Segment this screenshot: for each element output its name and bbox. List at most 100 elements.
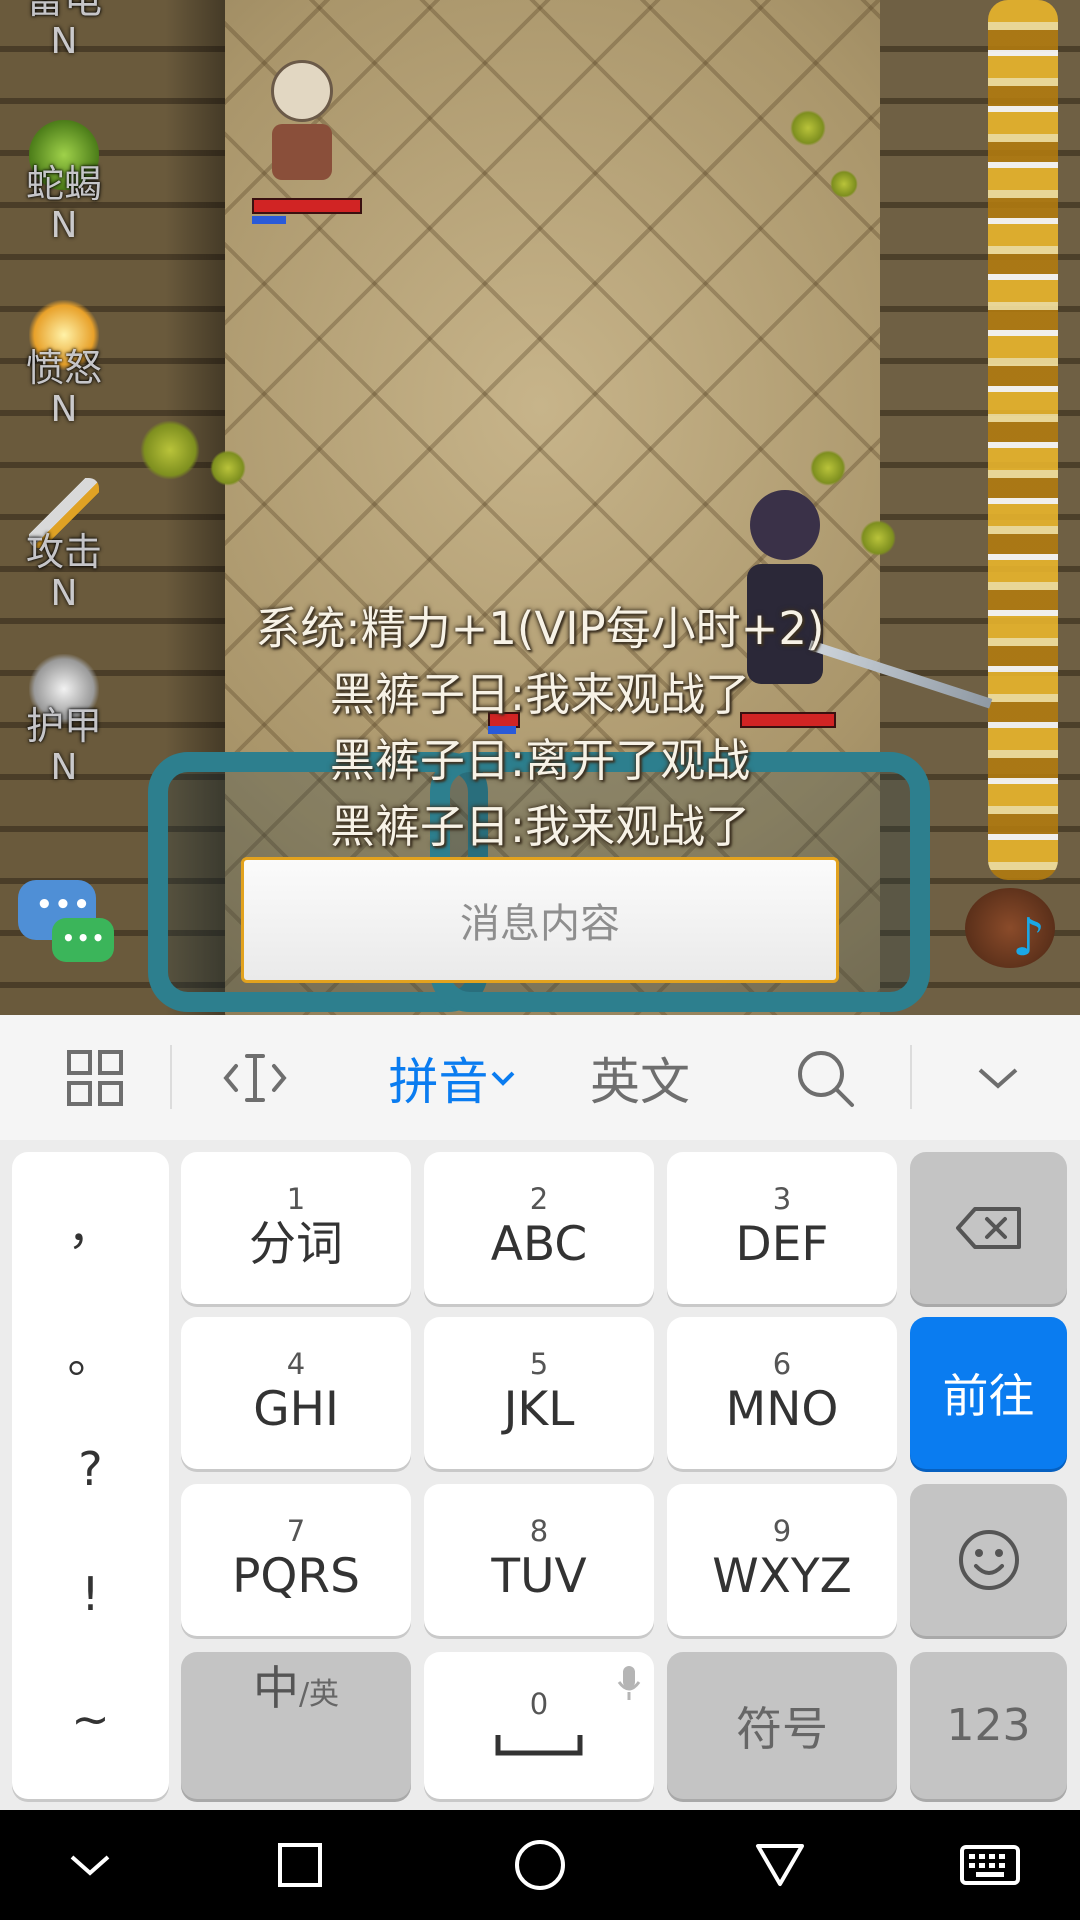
skill-rage[interactable]: 愤怒 N [14,300,114,430]
toolbar-divider [170,1045,172,1109]
key-number: 3 [772,1182,792,1216]
key-letters: PQRS [232,1549,360,1604]
key-letters: JKL [503,1382,575,1437]
keyboard-switch-button[interactable] [930,1810,1050,1920]
symbols-label: 符号 [736,1701,828,1756]
key-number: 0 [529,1686,549,1721]
key-number: 7 [286,1514,306,1548]
skill-status: N [50,21,78,62]
punct-comma[interactable]: ， [12,1192,169,1258]
back-triangle-icon [756,1844,804,1886]
key-number: 6 [772,1347,792,1381]
key-number: 4 [286,1347,306,1381]
numbers-label: 123 [946,1700,1031,1751]
moss-decoration [790,110,826,146]
keyboard-toolbar: 拼音 英文 [0,1015,1080,1140]
chat-message: 黑裤子日:离开了观战 [329,734,751,787]
chat-log: 系统:精力+1(VIP每小时+2) 黑裤子日:我来观战了 黑裤子日:离开了观战 … [0,596,1080,860]
skill-attack[interactable]: 攻击 N [14,478,114,614]
enemy-mana-bar [252,216,286,224]
lang-sub: /英 [298,1677,340,1712]
key-2[interactable]: 2 ABC [424,1152,654,1304]
punctuation-column[interactable]: ， 。 ? ! ~ [12,1152,169,1799]
moss-decoration [140,420,200,480]
lang-main: 中 [252,1661,299,1715]
recents-square-icon [278,1843,322,1887]
recents-button[interactable] [240,1810,360,1920]
chevron-down-icon [491,1071,514,1086]
skill-label: 雷电 [25,0,102,22]
skill-scorpion[interactable]: 蛇蝎 N [14,120,114,246]
tab-english[interactable]: 英文 [570,1015,710,1140]
key-7[interactable]: 7 PQRS [181,1484,411,1636]
english-label: 英文 [590,1052,690,1111]
skeleton-enemy[interactable] [262,60,342,180]
key-letters: TUV [491,1549,587,1604]
backspace-icon [955,1207,1021,1249]
chat-message: 黑裤子日:我来观战了 [329,800,751,853]
hide-keyboard-button[interactable] [30,1810,150,1920]
system-navigation-bar [0,1810,1080,1920]
punct-question[interactable]: ? [12,1442,169,1496]
game-scene[interactable]: 雷电 N 蛇蝎 N 愤怒 N 攻击 N 护甲 N ••• ••• ♪ 系统:精力… [0,0,1080,1015]
backspace-key[interactable] [910,1152,1067,1304]
emoji-key[interactable] [910,1484,1067,1636]
grid-icon[interactable] [40,1015,150,1140]
lang-switch-key[interactable]: 中 /英 [181,1652,411,1799]
chat-message: 系统:精力+1(VIP每小时+2) [255,602,825,655]
message-input-placeholder: 消息内容 [460,901,620,947]
cursor-move-icon[interactable] [200,1015,310,1140]
hide-keyboard-chevron-icon [70,1855,110,1876]
pinyin-label: 拼音 [388,1052,489,1111]
key-6[interactable]: 6 MNO [667,1317,897,1469]
skill-status: N [50,389,78,430]
go-button[interactable]: 前往 [910,1317,1067,1469]
punct-tilde[interactable]: ~ [12,1692,169,1746]
key-5[interactable]: 5 JKL [424,1317,654,1469]
skill-thunder[interactable]: 雷电 N [14,0,114,62]
chat-message: 黑裤子日:我来观战了 [329,668,751,721]
moss-decoration [830,170,858,198]
key-1[interactable]: 1 分词 [181,1152,411,1304]
key-8[interactable]: 8 TUV [424,1484,654,1636]
key-number: 8 [529,1514,549,1548]
home-button[interactable] [480,1810,600,1920]
key-number: 5 [529,1347,549,1381]
skill-status: N [50,205,78,246]
emoji-icon [958,1530,1019,1590]
symbols-key[interactable]: 符号 [667,1652,897,1799]
key-number: 2 [529,1182,549,1216]
moss-decoration [210,450,246,486]
skill-label: 攻击 [25,530,102,574]
key-letters: MNO [725,1382,839,1437]
key-letters: DEF [735,1217,829,1272]
microphone-icon [617,1666,641,1700]
skill-label: 愤怒 [25,346,102,390]
punct-exclamation[interactable]: ! [12,1567,169,1621]
toolbar-divider [910,1045,912,1109]
key-4[interactable]: 4 GHI [181,1317,411,1469]
ime-keyboard: 拼音 英文 ， 。 ? ! ~ 1 分词 2 ABC 3 DEF 4 GHI 5… [0,1015,1080,1810]
key-number: 1 [286,1182,306,1216]
music-note-icon: ♪ [1012,908,1046,968]
space-bar-icon [495,1734,583,1755]
go-label: 前往 [942,1369,1035,1423]
search-icon[interactable] [770,1015,880,1140]
message-input[interactable]: 消息内容 [241,857,839,983]
moss-decoration [860,520,896,556]
back-button[interactable] [720,1810,840,1920]
key-letters: WXYZ [712,1549,852,1604]
key-letters: GHI [253,1382,339,1437]
enemy-health-bar [252,198,362,214]
punct-period[interactable]: 。 [12,1320,169,1386]
key-3[interactable]: 3 DEF [667,1152,897,1304]
chat-dots: ••• [36,890,92,920]
numbers-key[interactable]: 123 [910,1652,1067,1799]
key-9[interactable]: 9 WXYZ [667,1484,897,1636]
key-number: 9 [772,1514,792,1548]
skill-label: 蛇蝎 [25,162,102,206]
space-key[interactable]: 0 [424,1652,654,1799]
tab-pinyin[interactable]: 拼音 [375,1015,530,1140]
collapse-keyboard-icon[interactable] [945,1015,1050,1140]
chat-dots: ••• [62,926,107,950]
